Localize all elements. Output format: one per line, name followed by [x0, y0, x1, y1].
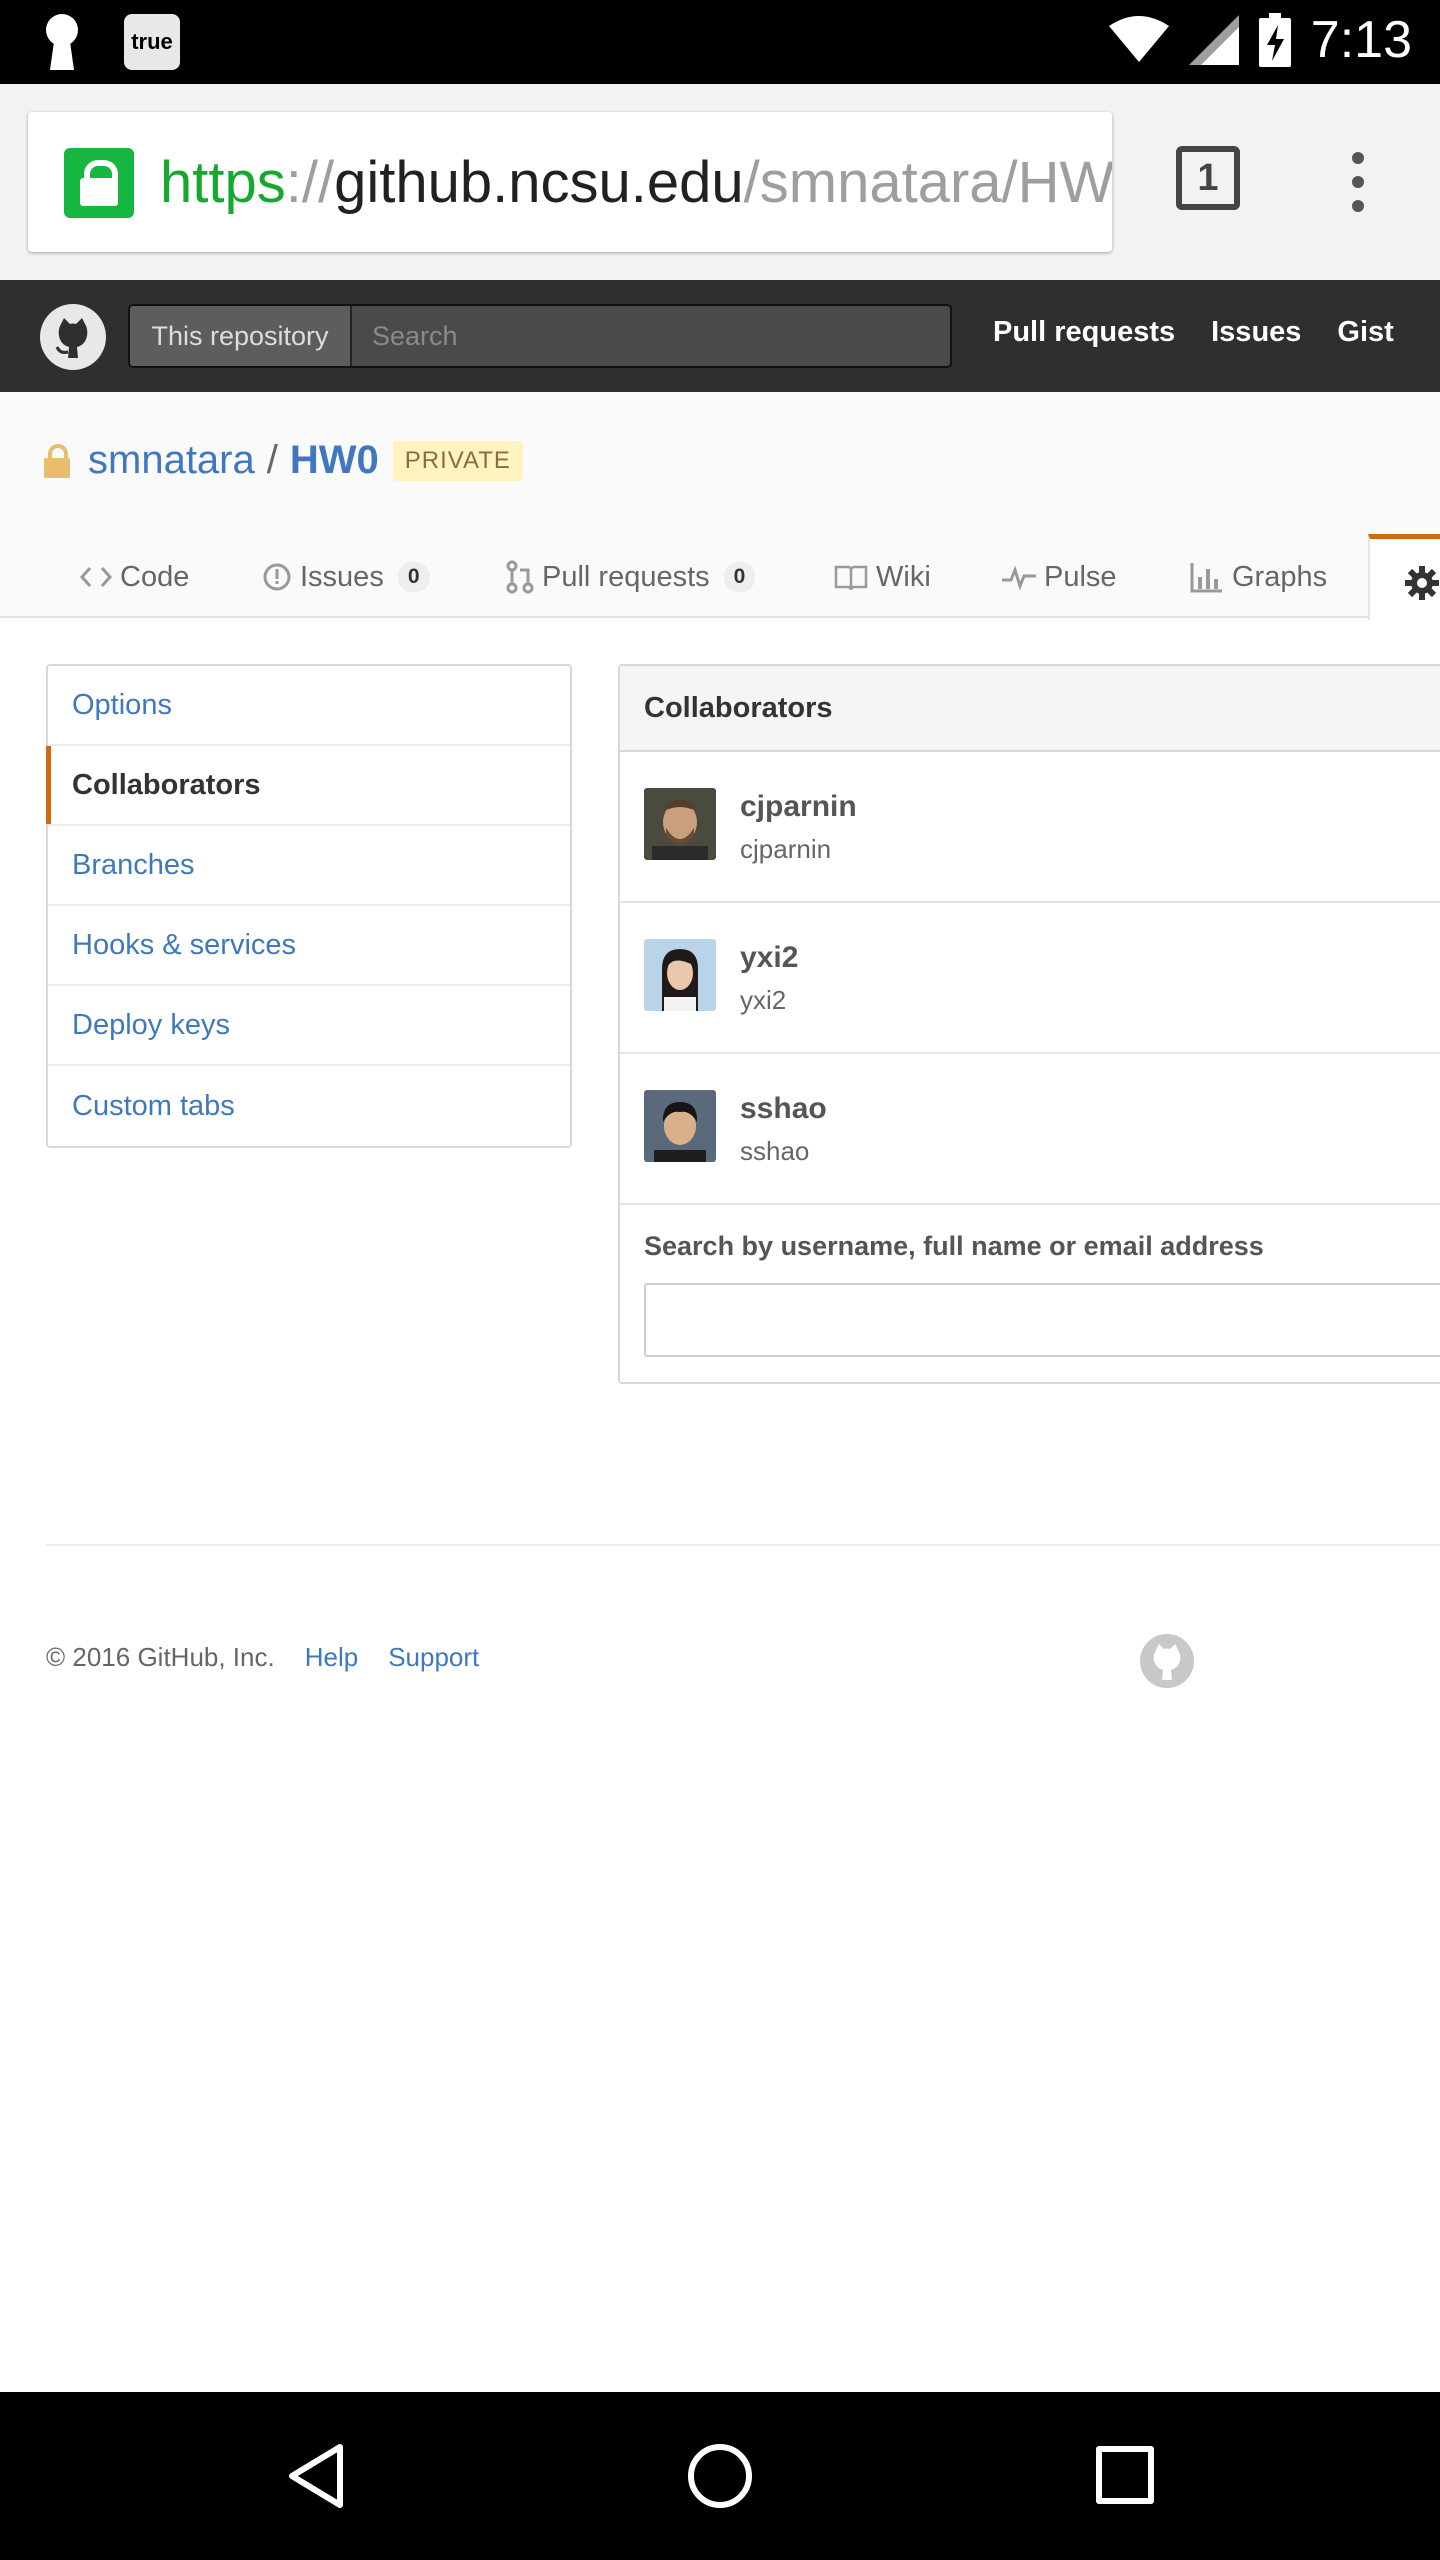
nav-pull-requests[interactable]: Pull requests — [993, 316, 1175, 349]
android-nav-bar — [0, 2392, 1440, 2560]
avatar[interactable] — [644, 1090, 716, 1162]
url-separator: :// — [285, 150, 335, 215]
pulse-icon — [1002, 565, 1036, 590]
footer-divider — [46, 1544, 1440, 1546]
footer: © 2016 GitHub, Inc. Help Support — [46, 1642, 479, 1673]
github-header: This repository Pull requests Issues Gis… — [0, 280, 1440, 392]
secure-lock-icon[interactable] — [64, 148, 134, 218]
home-icon[interactable] — [688, 2444, 752, 2508]
wifi-icon — [1108, 16, 1169, 62]
graph-icon — [1190, 563, 1222, 593]
menu-item-collaborators[interactable]: Collaborators — [46, 746, 570, 826]
header-nav: Pull requests Issues Gist — [993, 316, 1394, 349]
repo-title-separator: / — [266, 438, 278, 482]
tab-graphs[interactable]: Graphs — [1190, 534, 1327, 620]
repo-name-link[interactable]: HW0 — [290, 438, 379, 483]
code-icon — [80, 567, 112, 587]
gear-icon — [1405, 566, 1439, 600]
menu-item-hooks-services[interactable]: Hooks & services — [48, 906, 570, 986]
search-box[interactable]: This repository — [128, 304, 952, 368]
menu-item-options[interactable]: Options — [48, 666, 570, 746]
back-icon[interactable] — [286, 2442, 346, 2510]
collaborator-login: yxi2 — [740, 985, 787, 1015]
collaborators-panel: Collaborators cjparnin cjparnin yxi2 yxi… — [618, 664, 1440, 1384]
tab-issues[interactable]: Issues 0 — [262, 534, 430, 620]
status-bar: true 7:13 — [0, 0, 1440, 84]
tab-settings[interactable] — [1368, 534, 1440, 620]
search-input[interactable] — [352, 306, 950, 366]
tab-label: Graphs — [1232, 560, 1328, 593]
url-text[interactable]: https://github.ncsu.edu/smnatara/HW — [160, 148, 1112, 218]
issue-icon — [263, 563, 291, 591]
avatar[interactable] — [644, 788, 716, 860]
url-bar[interactable]: https://github.ncsu.edu/smnatara/HW — [28, 112, 1112, 252]
nav-gist[interactable]: Gist — [1337, 316, 1393, 349]
private-badge: PRIVATE — [392, 440, 523, 481]
tab-pull-requests[interactable]: Pull requests 0 — [506, 534, 756, 620]
battery-icon — [1258, 13, 1291, 67]
clock: 7:13 — [1310, 11, 1412, 69]
tab-label: Pulse — [1044, 560, 1117, 593]
repo-title: smnatara / HW0 PRIVATE — [44, 438, 523, 483]
tab-label: Pull requests — [542, 560, 710, 593]
add-collaborator-form: Search by username, full name or email a… — [620, 1205, 1440, 1382]
private-lock-icon — [44, 443, 70, 478]
menu-item-deploy-keys[interactable]: Deploy keys — [48, 986, 570, 1066]
pull-request-icon — [506, 560, 534, 594]
book-icon — [834, 565, 868, 590]
github-logo-icon[interactable] — [40, 304, 106, 370]
app-badge: true — [124, 14, 180, 70]
tab-label: Wiki — [876, 560, 931, 593]
issues-counter: 0 — [397, 562, 430, 592]
browser-toolbar: https://github.ncsu.edu/smnatara/HW 1 — [0, 84, 1440, 280]
footer-help-link[interactable]: Help — [305, 1642, 358, 1673]
menu-item-custom-tabs[interactable]: Custom tabs — [48, 1066, 570, 1146]
url-scheme: https — [160, 150, 286, 215]
tab-code[interactable]: Code — [80, 534, 189, 620]
collaborator-row: yxi2 yxi2 — [620, 903, 1440, 1054]
menu-item-branches[interactable]: Branches — [48, 826, 570, 906]
collaborator-row: cjparnin cjparnin — [620, 752, 1440, 903]
pull-requests-counter: 0 — [723, 562, 756, 592]
collaborator-name[interactable]: cjparnin — [740, 790, 857, 824]
footer-copyright: © 2016 GitHub, Inc. — [46, 1642, 275, 1672]
repo-header: smnatara / HW0 PRIVATE Code Issues 0 Pul… — [0, 392, 1440, 620]
repo-tabs: Code Issues 0 Pull requests 0 Wiki Pulse… — [0, 534, 1440, 620]
avatar[interactable] — [644, 939, 716, 1011]
collaborator-row: sshao sshao — [620, 1054, 1440, 1205]
collaborators-title: Collaborators — [620, 666, 1440, 752]
collaborator-search-label: Search by username, full name or email a… — [644, 1231, 1264, 1261]
collaborator-login: cjparnin — [740, 834, 832, 864]
tab-label: Code — [120, 560, 190, 593]
collaborator-name[interactable]: sshao — [740, 1092, 827, 1126]
overflow-menu-icon[interactable] — [1346, 152, 1370, 212]
tab-wiki[interactable]: Wiki — [834, 534, 931, 620]
search-scope-label[interactable]: This repository — [130, 306, 352, 366]
url-host: github.ncsu.edu — [334, 150, 744, 215]
collaborator-name[interactable]: yxi2 — [740, 941, 798, 975]
nav-issues[interactable]: Issues — [1211, 316, 1301, 349]
footer-support-link[interactable]: Support — [388, 1642, 479, 1673]
tab-pulse[interactable]: Pulse — [1002, 534, 1117, 620]
collaborator-search-input[interactable] — [644, 1283, 1440, 1357]
url-path: /smnatara/HW — [743, 150, 1112, 215]
github-mark-icon[interactable] — [1138, 1632, 1196, 1690]
tab-label: Issues — [300, 560, 384, 593]
recents-icon[interactable] — [1096, 2446, 1154, 2504]
keyhole-icon — [40, 14, 84, 70]
tab-switcher-button[interactable]: 1 — [1176, 146, 1240, 210]
signal-icon — [1188, 15, 1239, 65]
settings-menu: Options Collaborators Branches Hooks & s… — [46, 664, 572, 1148]
collaborator-login: sshao — [740, 1136, 810, 1166]
repo-owner-link[interactable]: smnatara — [88, 438, 255, 483]
